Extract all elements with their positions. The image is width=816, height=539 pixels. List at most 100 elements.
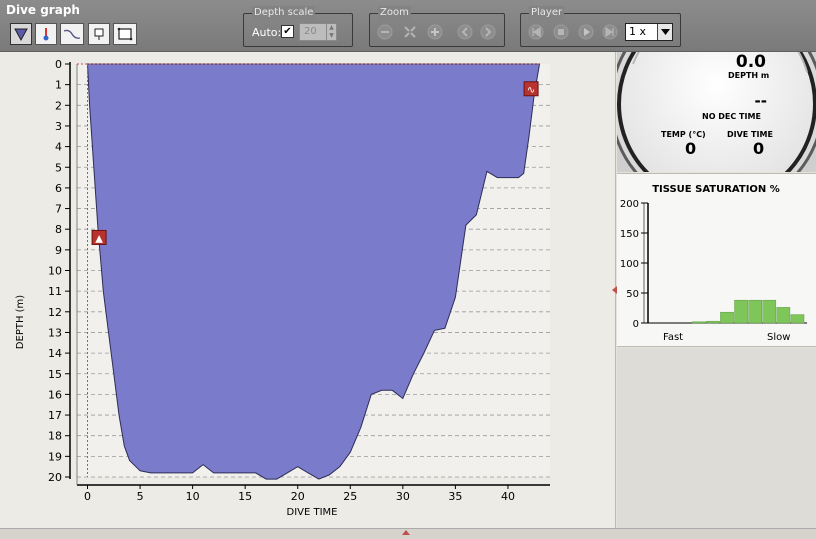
plus-icon	[427, 24, 443, 40]
player-group: Player 1 x	[520, 6, 681, 47]
bottom-splitter-handle-icon[interactable]	[402, 530, 410, 535]
toolbar: Dive graph Depth scale Auto: ✔ 20 ▲ ▼ Zo…	[0, 0, 816, 52]
tissue-bar	[720, 311, 734, 324]
slow-label: Slow	[767, 332, 790, 343]
frame-tool-button[interactable]	[113, 23, 137, 45]
pan-left-button[interactable]	[456, 23, 474, 41]
depth-tick-label: 5	[55, 161, 62, 174]
time-tick-label: 20	[291, 490, 305, 503]
dive-time-label: DIVE TIME	[727, 130, 773, 139]
depth-tick-label: 1	[55, 79, 62, 92]
zoom-fit-button[interactable]	[401, 23, 419, 41]
time-tick-label: 30	[396, 490, 410, 503]
depth-tick-label: 15	[48, 368, 62, 381]
time-tick-label: 25	[343, 490, 357, 503]
skip-forward-icon	[602, 24, 618, 40]
depth-tick-label: 8	[55, 223, 62, 236]
stop-button[interactable]	[552, 23, 570, 41]
time-tick-label: 5	[137, 490, 144, 503]
time-tick-label: 15	[238, 490, 252, 503]
tissue-bar	[790, 314, 805, 324]
depth-tick-label: 9	[55, 244, 62, 257]
depth-axis-label: DEPTH (m)	[15, 295, 26, 349]
depth-tick-label: 6	[55, 182, 62, 195]
depth-tick-label: 2	[55, 99, 62, 112]
temp-label: TEMP (°C)	[661, 130, 706, 139]
depth-scale-value: 20	[304, 26, 317, 37]
spin-arrows-icon[interactable]: ▲ ▼	[326, 24, 336, 40]
splitter-handle-icon[interactable]	[612, 286, 617, 294]
warning-icon: ∿	[527, 85, 535, 96]
chevron-right-icon	[480, 24, 496, 40]
point-tool-button[interactable]	[88, 23, 110, 45]
time-tick-label: 0	[84, 490, 91, 503]
depth-tick-label: 7	[55, 203, 62, 216]
depth-scale-input[interactable]: 20 ▲ ▼	[299, 23, 337, 41]
depth-tick-label: 16	[48, 388, 62, 401]
tissue-bar	[734, 299, 748, 324]
speed-value: 1 x	[629, 25, 647, 38]
auto-label: Auto:	[252, 26, 282, 39]
tissue-bar	[692, 321, 706, 324]
zoom-title: Zoom	[378, 6, 411, 20]
tissue-y-tick-label: 0	[633, 319, 639, 330]
depth-scale-group: Depth scale Auto: ✔ 20 ▲ ▼	[243, 6, 353, 47]
fast-label: Fast	[663, 332, 683, 343]
tissue-saturation-chart: TISSUE SATURATION % Fast Slow 0 50 100 150 2…	[620, 184, 807, 343]
dive-graph-panel[interactable]: DEPTH (m) DIVE TIME 0 1 2 3 4 5 6 7 8 9 10 11 12 13 14…	[0, 52, 616, 528]
rewind-button[interactable]	[527, 23, 545, 41]
profile-icon	[14, 28, 28, 42]
curve-tool-button[interactable]	[60, 23, 84, 45]
play-button[interactable]	[577, 23, 595, 41]
ascent-warning-marker[interactable]: ▲	[91, 229, 107, 245]
tissue-y-tick-label: 50	[626, 289, 639, 300]
pan-right-button[interactable]	[479, 23, 497, 41]
depth-tick-label: 3	[55, 120, 62, 133]
empty-panel	[617, 348, 816, 528]
dive-graph-app: Dive graph Depth scale Auto: ✔ 20 ▲ ▼ Zo…	[0, 0, 816, 539]
zoom-in-button[interactable]	[426, 23, 444, 41]
depth-tick-label: 20	[48, 471, 62, 484]
tissue-y-tick-label: 100	[620, 259, 639, 270]
depth-tick-label: 17	[48, 409, 62, 422]
tissue-bar	[748, 299, 762, 324]
tissue-bar	[706, 320, 720, 324]
time-tick-label: 35	[448, 490, 462, 503]
depth-profile-tool-button[interactable]	[10, 23, 32, 45]
play-icon	[578, 24, 594, 40]
depth-tick-label: 13	[48, 326, 62, 339]
depth-tick-label: 11	[48, 285, 62, 298]
fit-icon	[404, 26, 416, 38]
surface-warning-marker[interactable]: ∿	[523, 81, 539, 97]
checkmark-icon: ✔	[283, 25, 292, 37]
player-title: Player	[529, 6, 565, 20]
auto-checkbox[interactable]: ✔	[281, 25, 294, 38]
step-forward-button[interactable]	[601, 23, 619, 41]
dive-computer-gauge: 0.0 DEPTH m -- NO DEC TIME TEMP (°C) DIV…	[617, 52, 816, 172]
depth-scale-title: Depth scale	[252, 6, 316, 20]
depth-tick-label: 0	[55, 58, 62, 71]
marker-tool-button[interactable]	[35, 23, 57, 45]
tissue-saturation-panel: TISSUE SATURATION % Fast Slow 0 50 100 150 2…	[617, 173, 816, 347]
dive-time-readout: 0	[753, 139, 765, 158]
tissue-y-tick-label: 200	[620, 199, 639, 210]
pin-icon	[94, 28, 104, 40]
zoom-out-button[interactable]	[376, 23, 394, 41]
temp-readout: 0	[685, 139, 697, 158]
stop-icon	[553, 24, 569, 40]
dive-profile-chart[interactable]: DEPTH (m) DIVE TIME 01234567891011121314…	[0, 52, 616, 528]
tissue-bars	[692, 299, 805, 324]
curve-icon	[63, 29, 81, 39]
depth-readout: 0.0	[735, 52, 766, 72]
tissue-bar	[762, 299, 777, 324]
warning-icon: ▲	[95, 233, 103, 244]
app-title: Dive graph	[6, 3, 80, 17]
depth-label: DEPTH m	[728, 71, 770, 80]
minus-icon	[377, 24, 393, 40]
zoom-group: Zoom	[369, 6, 505, 47]
chevron-down-icon[interactable]	[657, 24, 672, 40]
time-tick-label: 40	[501, 490, 515, 503]
tissue-bar	[776, 307, 791, 324]
depth-tick-label: 10	[48, 265, 62, 278]
speed-select[interactable]: 1 x	[625, 23, 673, 41]
